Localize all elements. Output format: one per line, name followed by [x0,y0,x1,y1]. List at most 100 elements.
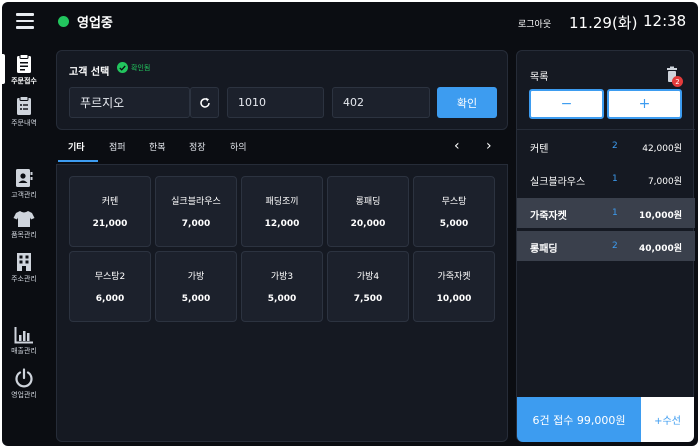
sidebar-item-label: 영업관리 [11,391,37,399]
order-item-name: 롱패딩 [530,244,558,255]
order-item-amount: 10,000원 [638,211,682,221]
order-row[interactable]: 롱패딩 2 40,000원 [517,231,695,261]
chevron-right-icon[interactable]: › [486,138,492,154]
product-price: 7,500 [353,294,383,304]
product-price: 7,000 [181,219,211,229]
order-item-name: 커텐 [530,144,549,155]
product-name: 가방 [187,272,205,282]
refresh-button[interactable] [190,87,219,118]
product-tile[interactable]: 실크블라우스 7,000 [155,176,237,247]
building-icon [17,253,31,271]
sidebar-item-order-intake[interactable]: 주문접수 [2,54,46,86]
sidebar-item-customers[interactable]: 고객관리 [2,168,46,200]
verified-badge: 확인됨 [117,62,150,73]
customer-name-field[interactable]: 푸르지오 [69,87,190,118]
product-name: 무스탕 [441,197,467,207]
product-price: 12,000 [264,219,300,229]
sidebar-item-sales[interactable]: 매출관리 [2,326,46,356]
bar-chart-icon [14,327,33,344]
current-date: 11.29(화) [569,14,638,32]
tab-etc[interactable]: 기타 [68,140,85,153]
product-tile[interactable]: 무스탕2 6,000 [69,251,151,322]
confirm-button[interactable]: 확인 [437,87,497,118]
clipboard-icon [17,54,31,73]
business-status: 영업중 [77,16,113,31]
order-item-qty: 1 [612,174,618,184]
top-bar: 영업중 로그아웃 11.29(화) 12:38 [2,2,698,42]
hamburger-menu-icon[interactable] [16,13,34,29]
sidebar: 주문접수 주문내역 고객관리 품목관리 주소관리 매출관리 영업관리 [2,46,46,446]
sidebar-item-label: 매출관리 [11,347,37,355]
order-list-title: 목록 [530,72,549,83]
order-row[interactable]: 커텐 2 42,000원 [517,131,695,161]
product-name: 무스탕2 [94,272,126,282]
add-repair-button[interactable]: +수선 [641,397,694,442]
product-price: 20,000 [350,219,386,229]
tab-suit[interactable]: 정장 [189,140,206,153]
customer-select-title: 고객 선택 [69,67,110,78]
sidebar-item-items[interactable]: 품목관리 [2,210,46,240]
chevron-left-icon[interactable]: ‹ [454,138,460,154]
product-tile[interactable]: 가방3 5,000 [241,251,323,322]
power-icon [15,368,33,388]
product-tile[interactable]: 가죽자켓 10,000 [413,251,495,322]
tab-jumper[interactable]: 점퍼 [109,140,126,153]
order-item-qty: 2 [612,241,618,251]
order-list-panel: 목록 2 − + 커텐 2 42,000원 실크블라우스 1 7,000원 가죽… [516,50,695,442]
product-name: 가방4 [356,272,380,282]
order-item-qty: 2 [612,141,618,151]
clipboard-list-icon [17,96,31,115]
product-tile[interactable]: 롱패딩 20,000 [327,176,409,247]
order-item-amount: 40,000원 [638,244,682,254]
product-price: 5,000 [439,219,469,229]
logout-button[interactable]: 로그아웃 [518,17,551,30]
product-price: 6,000 [95,294,125,304]
product-name: 롱패딩 [355,197,381,207]
sidebar-item-label: 주소관리 [11,275,37,283]
product-tile[interactable]: 패딩조끼 12,000 [241,176,323,247]
submit-order-button[interactable]: 6건 접수 99,000원 [517,397,641,442]
sidebar-item-label: 고객관리 [11,191,37,199]
order-item-amount: 42,000원 [642,144,682,154]
product-name: 가방3 [270,272,294,282]
order-item-amount: 7,000원 [647,177,682,187]
sidebar-item-label: 주문접수 [11,77,37,85]
sidebar-item-addresses[interactable]: 주소관리 [2,252,46,284]
product-tile[interactable]: 가방 5,000 [155,251,237,322]
product-price: 10,000 [436,294,472,304]
order-item-name: 가죽자켓 [530,211,567,222]
product-name: 실크블라우스 [171,197,221,207]
product-name: 커텐 [101,197,119,207]
product-grid: 커텐 21,000 실크블라우스 7,000 패딩조끼 12,000 롱패딩 2… [56,164,508,442]
sidebar-item-business[interactable]: 영업관리 [2,368,46,400]
check-circle-icon [117,62,128,73]
contact-card-icon [16,169,33,187]
order-item-qty: 1 [612,208,618,218]
building-number-field[interactable]: 1010 [227,87,324,118]
verified-label: 확인됨 [131,63,151,72]
sidebar-item-label: 품목관리 [11,231,37,239]
status-indicator-icon [58,16,69,27]
order-item-name: 실크블라우스 [530,177,586,188]
increase-quantity-button[interactable]: + [607,89,682,119]
product-name: 가죽자켓 [437,272,471,282]
unit-number-field[interactable]: 402 [332,87,430,118]
tab-bottoms[interactable]: 하의 [230,140,247,153]
sidebar-item-label: 주문내역 [11,119,37,127]
product-name: 패딩조끼 [265,197,299,207]
product-tile[interactable]: 무스탕 5,000 [413,176,495,247]
decrease-quantity-button[interactable]: − [529,89,604,119]
product-tile[interactable]: 가방4 7,500 [327,251,409,322]
order-row[interactable]: 가죽자켓 1 10,000원 [517,198,695,228]
product-price: 5,000 [181,294,211,304]
tab-hanbok[interactable]: 한복 [149,140,166,153]
list-divider [517,129,695,130]
current-time: 12:38 [643,12,687,30]
product-tile[interactable]: 커텐 21,000 [69,176,151,247]
order-row[interactable]: 실크블라우스 1 7,000원 [517,164,695,194]
shirt-icon [13,211,35,227]
trash-count-badge: 2 [672,76,683,87]
sidebar-item-order-history[interactable]: 주문내역 [2,96,46,128]
customer-select-panel: 고객 선택 확인됨 푸르지오 1010 402 확인 [56,50,508,130]
product-price: 5,000 [267,294,297,304]
